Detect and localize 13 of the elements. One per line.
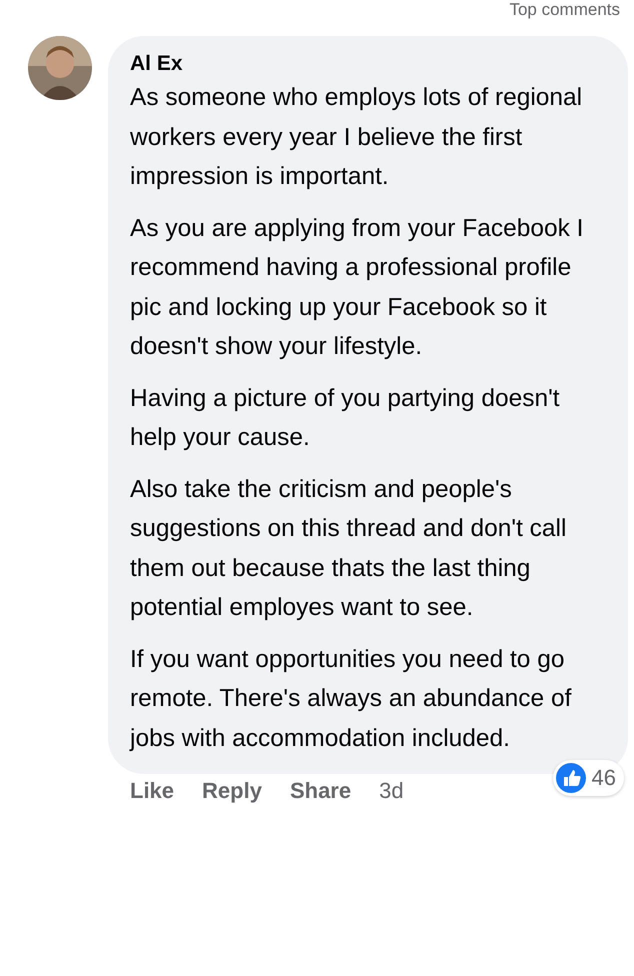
comment-paragraph: Also take the criticism and people's suggestions on this thread and don't call them out because thats the last thing potential employes want to see. bbox=[130, 474, 568, 623]
comment-paragraph: As you are applying from your Facebook I recommend having a professional profile pic and locking up your Facebook so it doesn't show your lifestyle. bbox=[130, 214, 584, 362]
comment-action-link[interactable]: Share bbox=[290, 778, 352, 804]
comment-action-link[interactable]: Like bbox=[130, 778, 174, 804]
reaction-badge[interactable]: 46 bbox=[552, 760, 624, 796]
comment-paragraph: Having a picture of you partying doesn't help your cause. bbox=[130, 384, 561, 453]
like-icon bbox=[556, 763, 586, 793]
author-name[interactable]: Al Ex bbox=[130, 50, 606, 78]
comment-time[interactable]: 3d bbox=[379, 778, 404, 804]
comment-paragraph: As someone who employs lots of regional workers every year I believe the first impression is important. bbox=[130, 83, 584, 192]
sort-label[interactable]: Top comments bbox=[509, 0, 620, 22]
comment-paragraph: If you want opportunities you need to go remote. There's always an abundance of jobs with accommodation included. bbox=[130, 644, 572, 754]
comment-action-link[interactable]: Reply bbox=[202, 778, 262, 804]
